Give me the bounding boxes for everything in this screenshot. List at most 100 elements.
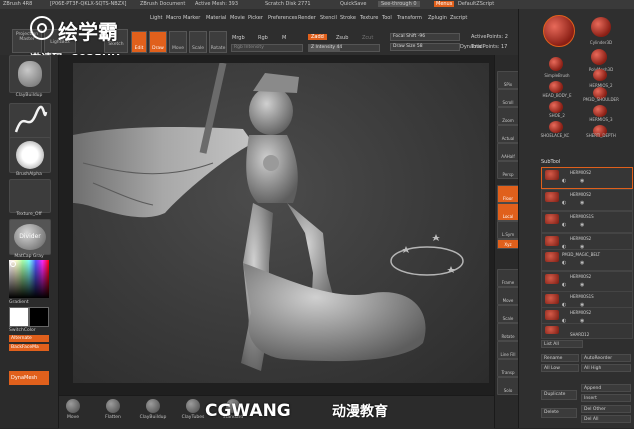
shelf-persp[interactable]: Persp (497, 161, 519, 179)
menu-picker[interactable]: Picker (248, 15, 263, 21)
m-button[interactable]: M (282, 35, 286, 41)
subtool-visibility-icon[interactable]: ◐ ◉ (562, 178, 590, 184)
duplicate-button[interactable]: Duplicate (541, 390, 577, 400)
menu-marker[interactable]: Marker (183, 15, 200, 21)
menu-stencil[interactable]: Stencil (320, 15, 337, 21)
shelf-actual[interactable]: Actual (497, 125, 519, 143)
tool-thumb-shoelace[interactable] (549, 121, 563, 133)
tool-thumb-hermios3[interactable] (593, 105, 607, 117)
current-tool-thumb[interactable] (543, 15, 575, 47)
subtool-title[interactable]: SubTool (541, 159, 560, 165)
del-other-button[interactable]: Del Other (581, 405, 631, 413)
menu-stroke[interactable]: Stroke (340, 15, 356, 21)
tool-thumb-hermios2[interactable] (593, 69, 607, 81)
menu-render[interactable]: Render (298, 15, 316, 21)
see-through-slider[interactable]: See-through 0 (378, 1, 420, 7)
alternate-button[interactable]: Alternate (9, 335, 49, 342)
brush-flatten[interactable]: Flatten (99, 399, 127, 420)
list-all-button[interactable]: List All (541, 340, 583, 348)
texture-slot[interactable] (9, 179, 51, 213)
tool-thumb-cylinder[interactable] (591, 17, 611, 37)
shelf-lsym[interactable]: L.Sym (497, 221, 519, 239)
brush-slot-claybuildup[interactable] (9, 55, 51, 93)
draw-button[interactable]: Draw (149, 31, 167, 53)
subtool-row[interactable]: HERMIOS2 ◐ ◉ (541, 271, 633, 293)
dynamesh-button[interactable]: DynaMesh (9, 371, 49, 385)
delete-button[interactable]: Delete (541, 408, 577, 418)
shelf-floor[interactable]: Floor (497, 185, 519, 203)
tool-thumb-headbody[interactable] (549, 81, 563, 93)
z-intensity-slider[interactable]: Z Intensity 44 (308, 44, 380, 52)
menu-texture[interactable]: Texture (360, 15, 378, 21)
primary-color-swatch[interactable] (9, 307, 29, 327)
subtool-visibility-icon[interactable]: ◐ ◉ (562, 222, 590, 228)
shelf-solo[interactable]: Solo (497, 377, 519, 395)
menu-macro[interactable]: Macro (166, 15, 181, 21)
viewport-canvas[interactable] (73, 63, 489, 383)
tool-thumb-shoe[interactable] (549, 101, 563, 113)
subtool-row[interactable]: HERMIOS1S ◐ ◉ (541, 211, 633, 233)
subtool-row[interactable]: HERMIOS2 ◐ ◉ (541, 189, 633, 211)
brush-move[interactable]: Move (59, 399, 87, 420)
shelf-frame[interactable]: Frame (497, 269, 519, 287)
del-all-button[interactable]: Del All (581, 415, 631, 423)
menus-button[interactable]: Menus (434, 1, 455, 7)
edit-button[interactable]: Edit (131, 31, 147, 53)
shelf-scale[interactable]: Scale (497, 305, 519, 323)
subtool-row-active[interactable]: HERMIOS2 ◐ ◉ (541, 167, 633, 189)
subtool-visibility-icon[interactable]: ◐ ◉ (562, 260, 590, 266)
shelf-linefill[interactable]: Line Fill (497, 341, 519, 359)
menu-tool[interactable]: Tool (382, 15, 392, 21)
shelf-rotate[interactable]: Rotate (497, 323, 519, 341)
rotate-mode-button[interactable]: Rotate (209, 31, 227, 53)
menu-transform[interactable]: Transform (397, 15, 422, 21)
quicksave-button[interactable]: QuickSave (340, 1, 366, 7)
switch-color-button[interactable]: SwitchColor (9, 328, 36, 333)
subtool-row[interactable]: SHARD12 (541, 323, 633, 339)
rgb-intensity-slider[interactable]: Rgb Intensity (231, 44, 303, 52)
subtool-row[interactable]: PM3D_MAGIC_BELT ◐ ◉ (541, 249, 633, 271)
secondary-color-swatch[interactable] (29, 307, 49, 327)
zadd-button[interactable]: Zadd (308, 34, 327, 40)
color-picker-cursor[interactable] (10, 261, 16, 267)
brush-claybuildup[interactable]: ClayBuildup (139, 399, 167, 420)
backface-mask-button[interactable]: BackFaceMa (9, 344, 49, 351)
mrgb-button[interactable]: Mrgb (232, 35, 245, 41)
rename-button[interactable]: Rename (541, 354, 579, 362)
menu-material[interactable]: Material (206, 15, 226, 21)
menu-light[interactable]: Light (150, 15, 162, 21)
shelf-aahalf[interactable]: AAHalf (497, 143, 519, 161)
shelf-move[interactable]: Move (497, 287, 519, 305)
material-slot[interactable]: Divider (9, 219, 51, 255)
stroke-slot-freehand[interactable] (9, 103, 51, 141)
shelf-scroll[interactable]: Scroll (497, 89, 519, 107)
zsub-button[interactable]: Zsub (336, 35, 348, 41)
append-button[interactable]: Append (581, 384, 631, 392)
menu-movie[interactable]: Movie (230, 15, 245, 21)
tool-thumb-simplebrush[interactable] (549, 57, 563, 71)
focal-shift-slider[interactable]: Focal Shift -96 (390, 33, 460, 41)
shelf-transp[interactable]: Transp (497, 359, 519, 377)
subtool-visibility-icon[interactable]: ◐ ◉ (562, 200, 590, 206)
menu-preferences[interactable]: Preferences (268, 15, 297, 21)
all-high-button[interactable]: All High (581, 364, 631, 372)
draw-size-slider[interactable]: Draw Size 58 (390, 43, 460, 51)
menu-zscript[interactable]: Zscript (450, 15, 467, 21)
brush-claytubes[interactable]: ClayTubes (179, 399, 207, 420)
auto-reorder-button[interactable]: AutoReorder (581, 354, 631, 362)
shelf-spix[interactable]: SPix (497, 71, 519, 89)
color-swatches[interactable] (9, 307, 49, 327)
move-mode-button[interactable]: Move (169, 31, 187, 53)
menu-zplugin[interactable]: Zplugin (428, 15, 447, 21)
scale-mode-button[interactable]: Scale (189, 31, 207, 53)
shelf-local[interactable]: Local (497, 203, 519, 221)
shelf-xyz[interactable]: Xyz (497, 239, 519, 249)
zcut-button[interactable]: Zcut (362, 35, 373, 41)
shelf-zoom[interactable]: Zoom (497, 107, 519, 125)
alpha-slot[interactable] (9, 137, 51, 173)
all-low-button[interactable]: All Low (541, 364, 579, 372)
default-script[interactable]: DefaultZScript (458, 1, 494, 7)
rgb-button[interactable]: Rgb (258, 35, 268, 41)
subtool-visibility-icon[interactable]: ◐ ◉ (562, 282, 590, 288)
insert-button[interactable]: Insert (581, 394, 631, 402)
